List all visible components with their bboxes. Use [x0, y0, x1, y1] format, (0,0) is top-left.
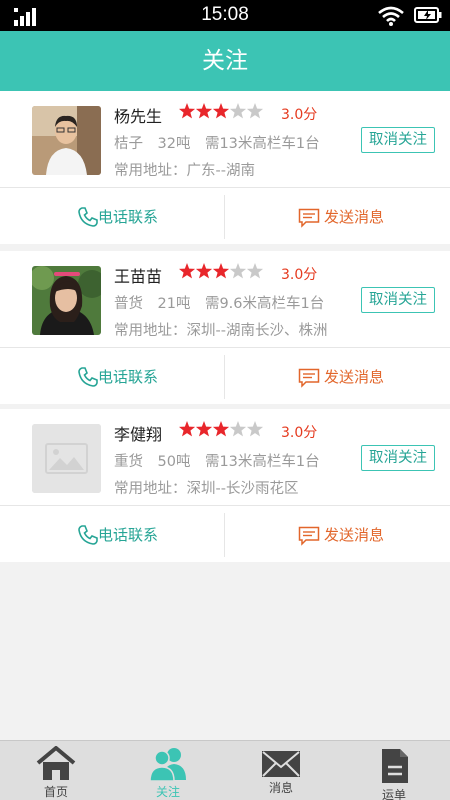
call-button[interactable]: 电话联系: [0, 189, 224, 244]
list-item: 王苗苗 3.0分 普货 21吨 需9.6米高栏车1台 常用地址：深圳--湖南长沙…: [0, 251, 450, 404]
tab-home[interactable]: 首页: [0, 741, 112, 800]
star-filled-icon: [179, 421, 196, 437]
send-message-button[interactable]: 发送消息: [226, 189, 450, 244]
divider: [224, 355, 225, 399]
unfollow-button[interactable]: 取消关注: [361, 127, 435, 153]
phone-icon: [78, 367, 98, 387]
people-icon: [149, 748, 186, 782]
rating-stars: [179, 103, 264, 119]
message-icon: [298, 208, 320, 228]
star-empty-icon: [229, 421, 247, 437]
tab-label: 消息: [268, 781, 293, 795]
star-empty-icon: [229, 103, 247, 119]
man-photo: [32, 106, 101, 175]
message-icon: [298, 368, 320, 388]
star-empty-icon: [246, 421, 264, 437]
star-filled-icon: [195, 103, 213, 119]
call-label: 电话联系: [98, 208, 159, 226]
call-label: 电话联系: [98, 368, 159, 386]
star-filled-icon: [195, 263, 213, 279]
contact-info[interactable]: 杨先生 3.0分 桔子 32吨 需13米高栏车1台 常用地址：广东--湖南 取消…: [0, 91, 450, 188]
contact-name: 杨先生: [114, 107, 163, 126]
cargo-info: 普货 21吨 需9.6米高栏车1台: [114, 296, 325, 312]
message-label: 发送消息: [324, 208, 385, 226]
divider: [224, 513, 225, 557]
usual-address: 常用地址：广东--湖南: [114, 163, 255, 179]
status-bar: 15:08: [0, 0, 450, 31]
score-text: 3.0分: [281, 107, 318, 123]
avatar: [32, 106, 101, 175]
star-filled-icon: [179, 263, 196, 279]
contact-name: 王苗苗: [114, 267, 163, 286]
star-filled-icon: [212, 103, 230, 119]
tab-label: 首页: [43, 785, 68, 799]
call-button[interactable]: 电话联系: [0, 349, 224, 404]
battery-icon: [414, 7, 442, 23]
send-message-button[interactable]: 发送消息: [226, 507, 450, 562]
tab-follow[interactable]: 关注: [112, 741, 224, 800]
tab-label: 关注: [155, 785, 180, 799]
cargo-info: 桔子 32吨 需13米高栏车1台: [114, 136, 320, 152]
call-label: 电话联系: [98, 526, 159, 544]
page-title: 关注: [0, 31, 450, 91]
home-icon: [36, 746, 76, 780]
contact-info[interactable]: 李健翔 3.0分 重货 50吨 需13米高栏车1台 常用地址：深圳--长沙雨花区…: [0, 409, 450, 506]
message-label: 发送消息: [324, 526, 385, 544]
send-message-button[interactable]: 发送消息: [226, 349, 450, 404]
phone-icon: [78, 207, 98, 227]
contact-name: 李健翔: [114, 425, 163, 444]
cargo-info: 重货 50吨 需13米高栏车1台: [114, 454, 320, 470]
usual-address: 常用地址：深圳--湖南长沙、株洲: [114, 323, 328, 339]
list-item: 李健翔 3.0分 重货 50吨 需13米高栏车1台 常用地址：深圳--长沙雨花区…: [0, 409, 450, 562]
woman-photo: [32, 266, 101, 335]
placeholder-image-icon: [32, 424, 101, 493]
star-empty-icon: [246, 263, 264, 279]
action-row: 电话联系 发送消息: [0, 189, 450, 244]
star-empty-icon: [246, 103, 264, 119]
rating-stars: [179, 263, 264, 279]
divider: [224, 195, 225, 239]
tab-label: 运单: [381, 788, 406, 800]
unfollow-button[interactable]: 取消关注: [361, 287, 435, 313]
action-row: 电话联系 发送消息: [0, 507, 450, 562]
wifi-icon: [378, 6, 404, 26]
star-filled-icon: [195, 421, 213, 437]
avatar: [32, 424, 101, 493]
message-icon: [298, 526, 320, 546]
document-icon: [382, 749, 408, 783]
star-empty-icon: [229, 263, 247, 279]
tab-messages[interactable]: 消息: [225, 741, 337, 800]
star-filled-icon: [212, 263, 230, 279]
action-row: 电话联系 发送消息: [0, 349, 450, 404]
message-label: 发送消息: [324, 368, 385, 386]
usual-address: 常用地址：深圳--长沙雨花区: [114, 481, 299, 497]
bottom-tab-bar: 首页 关注 消息 运单: [0, 740, 450, 800]
star-filled-icon: [212, 421, 230, 437]
avatar: [32, 266, 101, 335]
envelope-icon: [262, 751, 300, 777]
rating-stars: [179, 421, 264, 437]
star-filled-icon: [179, 103, 196, 119]
score-text: 3.0分: [281, 267, 318, 283]
phone-icon: [78, 525, 98, 545]
score-text: 3.0分: [281, 425, 318, 441]
call-button[interactable]: 电话联系: [0, 507, 224, 562]
tab-waybill[interactable]: 运单: [338, 741, 450, 800]
list-item: 杨先生 3.0分 桔子 32吨 需13米高栏车1台 常用地址：广东--湖南 取消…: [0, 91, 450, 244]
contact-info[interactable]: 王苗苗 3.0分 普货 21吨 需9.6米高栏车1台 常用地址：深圳--湖南长沙…: [0, 251, 450, 348]
unfollow-button[interactable]: 取消关注: [361, 445, 435, 471]
